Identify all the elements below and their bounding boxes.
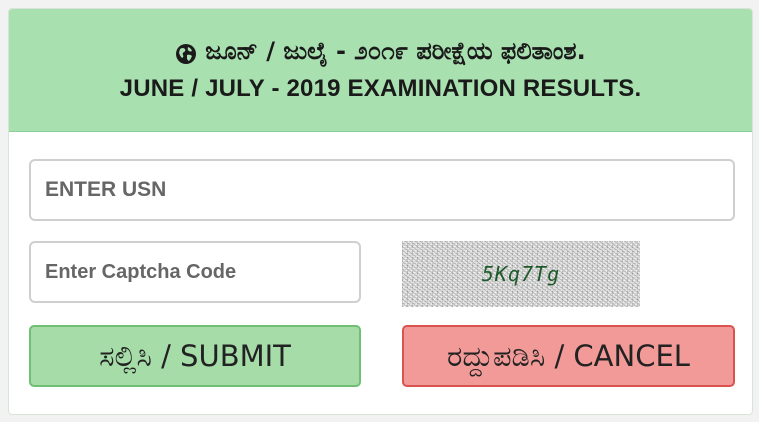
submit-button-label: ಸಲ್ಲಿಸಿ / SUBMIT xyxy=(99,338,291,373)
cancel-button-label: ರದ್ದುಪಡಿಸಿ / CANCEL xyxy=(447,338,690,373)
header-title-english: JUNE / JULY - 2019 EXAMINATION RESULTS. xyxy=(119,75,642,102)
panel-header: ಜೂನ್ / ಜುಲೈ - ೨೦೧೯ ಪರೀಕ್ಷೆಯ ಫಲಿತಾಂಶ. JUN… xyxy=(9,9,752,132)
results-panel: ಜೂನ್ / ಜುಲೈ - ೨೦೧೯ ಪರೀಕ್ಷೆಯ ಫಲಿತಾಂಶ. JUN… xyxy=(8,8,753,415)
submit-button[interactable]: ಸಲ್ಲಿಸಿ / SUBMIT xyxy=(29,325,361,387)
captcha-image: 5Kq7Tg xyxy=(402,241,640,307)
captcha-input[interactable] xyxy=(29,241,361,303)
captcha-text: 5Kq7Tg xyxy=(481,262,561,286)
header-title-kannada: ಜೂನ್ / ಜುಲೈ - ೨೦೧೯ ಪರೀಕ್ಷೆಯ ಫಲಿತಾಂಶ. xyxy=(205,37,586,65)
globe-icon xyxy=(175,40,197,64)
cancel-button[interactable]: ರದ್ದುಪಡಿಸಿ / CANCEL xyxy=(402,325,735,387)
usn-input[interactable] xyxy=(29,159,735,221)
header-title-kannada-row: ಜೂನ್ / ಜುಲೈ - ೨೦೧೯ ಪರೀಕ್ಷೆಯ ಫಲಿತಾಂಶ. xyxy=(175,34,586,68)
